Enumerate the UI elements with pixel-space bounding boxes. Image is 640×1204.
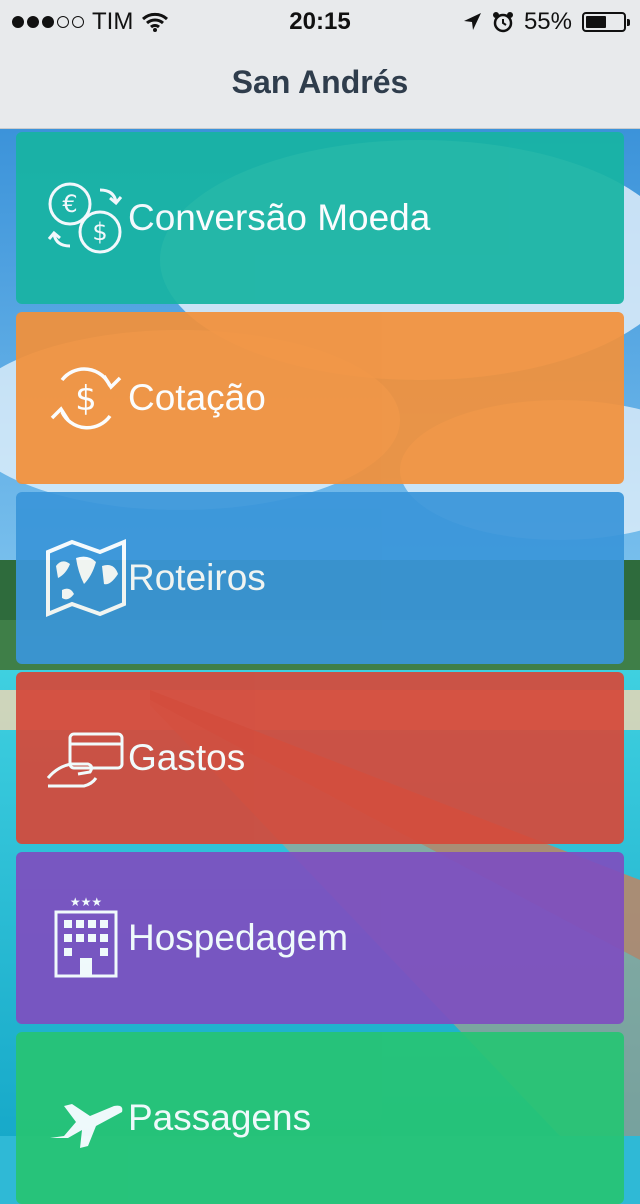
menu-item-conversao-moeda[interactable]: € $ Conversão Moeda	[16, 132, 624, 304]
currency-exchange-icon: € $	[47, 182, 123, 254]
dollar-refresh-icon: $	[50, 367, 122, 430]
menu-item-label: Roteiros	[128, 557, 266, 598]
battery-fill	[586, 16, 606, 28]
svg-text:$: $	[92, 218, 107, 246]
menu-item-roteiros[interactable]: Roteiros	[16, 492, 624, 664]
top-bar: TIM 20:15 55% San Andrés	[0, 0, 640, 129]
status-bar: TIM 20:15 55%	[0, 0, 640, 40]
menu-item-label: Conversão Moeda	[128, 197, 431, 238]
menu-item-label: Passagens	[128, 1097, 312, 1138]
svg-text:€: €	[62, 190, 77, 218]
credit-card-hand-icon	[46, 732, 124, 788]
svg-text:★★★: ★★★	[70, 896, 102, 909]
menu-item-label: Gastos	[128, 737, 246, 778]
svg-text:$: $	[75, 379, 97, 419]
battery-percent: 55%	[523, 8, 572, 35]
hotel-icon: ★★★	[54, 896, 118, 978]
page-title: San Andrés	[231, 64, 409, 100]
menu-item-passagens[interactable]: Passagens	[16, 1032, 624, 1204]
map-icon	[46, 539, 126, 617]
status-right: 55%	[462, 8, 630, 36]
menu-item-hospedagem[interactable]: ★★★ Hospedagem	[16, 852, 624, 1024]
location-arrow-icon	[463, 13, 481, 30]
menu-item-label: Hospedagem	[128, 917, 349, 958]
airplane-icon	[50, 1104, 123, 1148]
battery-icon	[582, 12, 630, 32]
alarm-clock-icon	[492, 12, 513, 33]
menu-item-gastos[interactable]: Gastos	[16, 672, 624, 844]
menu-item-cotacao[interactable]: $ Cotação	[16, 312, 624, 484]
main-menu: € $ Conversão Moeda $ Cotação Roteiros G…	[0, 0, 640, 1204]
menu-item-label: Cotação	[128, 377, 266, 418]
